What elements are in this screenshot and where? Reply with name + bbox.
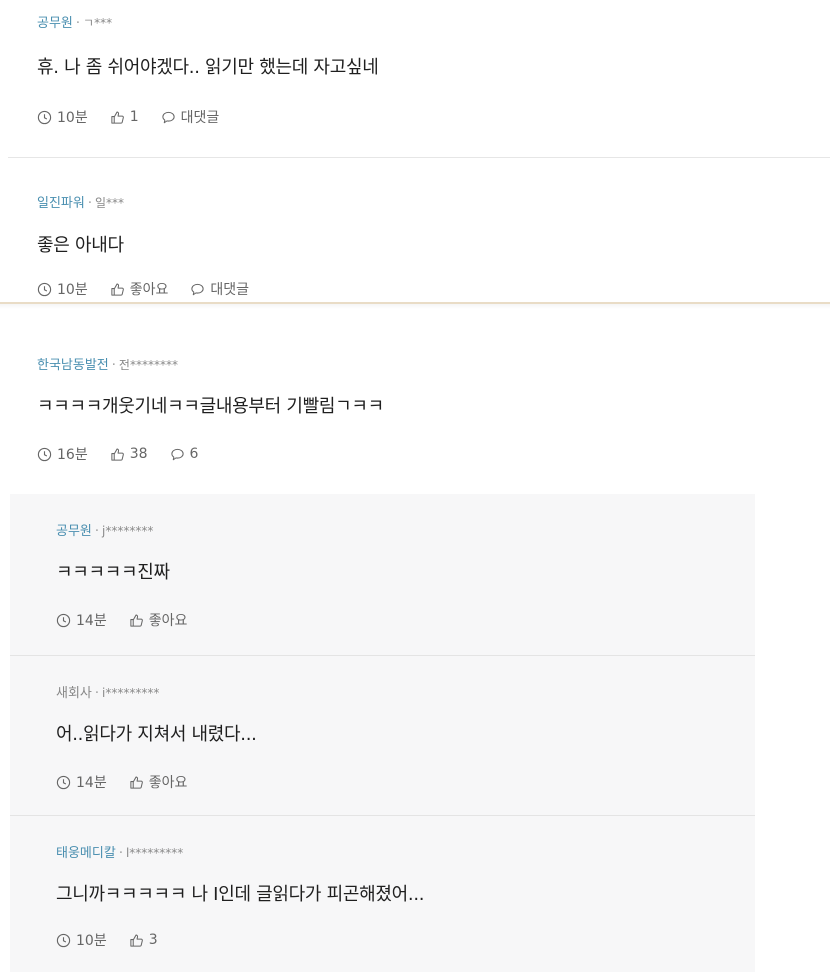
time-label: 14분 <box>76 775 107 791</box>
comment-text: 좋은 아내다 <box>37 235 124 256</box>
author-company[interactable]: 한국남동발전 <box>37 358 109 373</box>
author-company[interactable]: 일진파워 <box>37 196 85 211</box>
reply-button[interactable]: 대댓글 <box>161 107 220 127</box>
reply-item: 공무원 · j******** ㅋㅋㅋㅋㅋ진짜 14분 좋아요 <box>10 494 755 656</box>
reply-author[interactable]: 공무원 · j******** <box>56 520 153 539</box>
thumbs-up-icon <box>111 283 124 296</box>
thumbs-up-icon <box>111 448 124 461</box>
reply-item: 태웅메디칼 · l********* 그니까ㅋㅋㅋㅋㅋ 나 I인데 글읽다가 피곤해… <box>10 816 755 972</box>
comment-meta: 10분 좋아요 대댓글 <box>37 279 271 299</box>
speech-bubble-icon <box>191 283 204 295</box>
author-id: j******** <box>102 524 154 538</box>
reply-count-button[interactable]: 6 <box>170 446 199 462</box>
reply-button[interactable]: 대댓글 <box>190 279 249 299</box>
comment-item: 공무원 · ㄱ*** 휴. 나 좀 쉬어야겠다.. 읽기만 했는데 자고싶네 10분… <box>0 0 830 158</box>
clock-icon <box>37 110 52 124</box>
author-company[interactable]: 태웅메디칼 <box>56 846 116 861</box>
reply-text: ㅋㅋㅋㅋㅋ진짜 <box>56 562 170 583</box>
like-button[interactable]: 좋아요 <box>110 279 169 299</box>
like-count: 3 <box>148 932 158 948</box>
clock-icon <box>56 933 71 947</box>
comment-author[interactable]: 일진파워 · 일*** <box>37 192 124 211</box>
speech-bubble-icon <box>170 448 184 460</box>
reply-author[interactable]: 태웅메디칼 · l********* <box>56 842 183 861</box>
reply-text: 어..읽다가 지쳐서 내렸다... <box>56 724 257 745</box>
clock-icon <box>56 613 71 627</box>
separator: · <box>111 358 116 373</box>
time-label: 10분 <box>57 282 88 298</box>
time-label: 10분 <box>57 110 88 126</box>
speech-bubble-icon <box>161 111 175 123</box>
reply-meta: 14분 좋아요 <box>56 772 209 792</box>
time-label: 16분 <box>57 447 88 463</box>
comment-time: 10분 <box>37 107 88 127</box>
comment-author[interactable]: 공무원 · ㄱ*** <box>37 12 112 31</box>
reply-time: 10분 <box>56 930 107 950</box>
like-button[interactable]: 좋아요 <box>129 610 188 630</box>
like-count: 38 <box>129 446 148 462</box>
author-id: 일*** <box>94 196 125 210</box>
clock-icon <box>56 775 71 789</box>
clock-icon <box>37 282 52 296</box>
like-button[interactable]: 좋아요 <box>129 772 188 792</box>
author-company[interactable]: 새회사 <box>56 686 92 701</box>
like-button[interactable]: 1 <box>110 109 139 125</box>
author-company[interactable]: 공무원 <box>56 524 92 539</box>
reply-label: 대댓글 <box>210 282 249 298</box>
like-count: 좋아요 <box>129 282 169 298</box>
thumbs-up-icon <box>130 934 143 947</box>
like-button[interactable]: 3 <box>129 932 158 948</box>
like-count: 1 <box>129 109 139 125</box>
thumbs-up-icon <box>111 111 124 124</box>
reply-label: 대댓글 <box>180 110 220 126</box>
author-id: l********* <box>125 846 184 860</box>
reply-time: 14분 <box>56 610 107 630</box>
reply-item: 새회사 · i********* 어..읽다가 지쳐서 내렸다... 14분 좋아요 <box>10 656 755 816</box>
comment-author[interactable]: 한국남동발전 · 전******** <box>37 354 178 373</box>
comment-text: ㅋㅋㅋㅋ개웃기네ㅋㅋ글내용부터 기빨림ㄱㅋㅋ <box>37 396 384 417</box>
separator: · <box>75 16 81 31</box>
separator: · <box>118 846 123 861</box>
comment-meta: 16분 38 6 <box>37 444 220 464</box>
thumbs-up-icon <box>130 614 143 627</box>
thumbs-up-icon <box>130 776 143 789</box>
comment-meta: 10분 1 대댓글 <box>37 107 241 127</box>
reply-meta: 14분 좋아요 <box>56 610 209 630</box>
comment-text: 휴. 나 좀 쉬어야겠다.. 읽기만 했는데 자고싶네 <box>37 57 379 78</box>
separator: · <box>94 686 100 701</box>
time-label: 10분 <box>76 933 107 949</box>
time-label: 14분 <box>76 613 107 629</box>
like-count: 좋아요 <box>148 775 188 791</box>
comment-time: 16분 <box>37 444 88 464</box>
comment-time: 10분 <box>37 279 88 299</box>
separator: · <box>87 196 92 211</box>
separator: · <box>94 524 100 539</box>
reply-meta: 10분 3 <box>56 930 180 950</box>
comment-item: 한국남동발전 · 전******** ㅋㅋㅋㅋ개웃기네ㅋㅋ글내용부터 기빨림ㄱㅋㅋ … <box>0 310 830 495</box>
like-count: 좋아요 <box>148 613 188 629</box>
reply-time: 14분 <box>56 772 107 792</box>
author-company[interactable]: 공무원 <box>37 16 73 31</box>
author-id: ㄱ*** <box>83 16 113 30</box>
reply-text: 그니까ㅋㅋㅋㅋㅋ 나 I인데 글읽다가 피곤해졌어... <box>56 884 425 905</box>
comment-item: 일진파워 · 일*** 좋은 아내다 10분 좋아요 대댓글 <box>0 158 830 300</box>
reply-author[interactable]: 새회사 · i********* <box>56 682 159 701</box>
clock-icon <box>37 447 52 461</box>
section-divider <box>0 299 830 309</box>
reply-count: 6 <box>189 446 199 462</box>
like-button[interactable]: 38 <box>110 446 148 462</box>
author-id: 전******** <box>118 358 178 372</box>
author-id: i********* <box>102 686 160 700</box>
